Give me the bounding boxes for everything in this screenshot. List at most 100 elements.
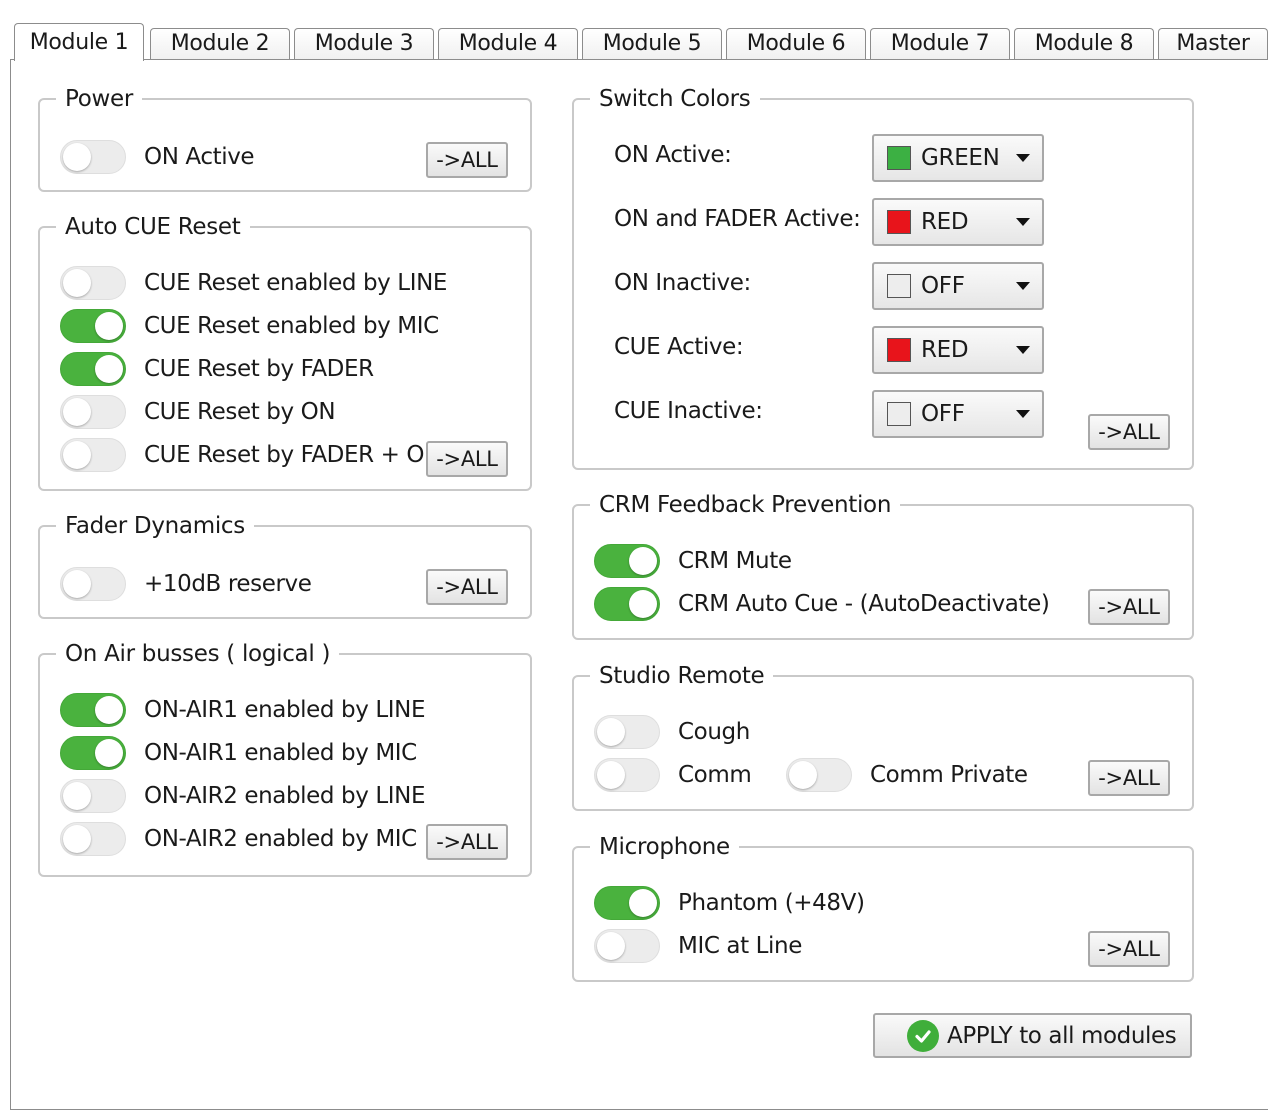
toggle-knob [95,739,123,767]
fader-dynamics-title: Fader Dynamics [65,513,245,539]
on-inactive-color-label: ON Inactive: [614,270,751,296]
toggle-knob [597,932,625,960]
switch-colors-all-button[interactable]: ->ALL [1088,414,1170,450]
dropdown-value: OFF [921,401,965,427]
toggle-knob [63,143,91,171]
toggle-label: Phantom (+48V) [678,890,865,916]
cue-reset-on-row: CUE Reset by ON [60,394,336,430]
on-air-busses-all-button[interactable]: ->ALL [426,824,508,860]
toggle-knob [63,782,91,810]
onair1-mic-row: ON-AIR1 enabled by MIC [60,735,417,771]
cue-inactive-color-dropdown[interactable]: OFF [872,390,1044,438]
on-fader-active-color-dropdown[interactable]: RED [872,198,1044,246]
comm-private-toggle[interactable] [786,758,852,792]
toggle-label: CUE Reset enabled by MIC [144,313,439,339]
tab-master[interactable]: Master [1158,28,1268,60]
onair2-mic-toggle[interactable] [60,822,126,856]
on-fader-active-color-label: ON and FADER Active: [614,206,861,232]
toggle-label: Comm [678,762,752,788]
color-swatch [887,338,911,362]
crm-feedback-title: CRM Feedback Prevention [599,492,892,518]
fader-reserve-row: +10dB reserve [60,566,312,602]
power-all-button[interactable]: ->ALL [426,142,508,178]
toggle-label: Cough [678,719,750,745]
tab-module-6[interactable]: Module 6 [726,28,866,60]
dropdown-value: RED [921,337,969,363]
dropdown-value: GREEN [921,145,1000,171]
cue-active-color-label: CUE Active: [614,334,744,360]
tab-module-1[interactable]: Module 1 [14,23,144,61]
crm-mute-toggle[interactable] [594,544,660,578]
tab-module-8[interactable]: Module 8 [1014,28,1154,60]
apply-to-all-modules-button[interactable]: APPLY to all modules [873,1013,1192,1058]
tab-module-7[interactable]: Module 7 [870,28,1010,60]
on-inactive-color-dropdown[interactable]: OFF [872,262,1044,310]
cue-reset-line-toggle[interactable] [60,266,126,300]
apply-button-label: APPLY to all modules [947,1022,1177,1049]
cue-active-color-dropdown[interactable]: RED [872,326,1044,374]
color-swatch [887,146,911,170]
onair1-mic-toggle[interactable] [60,736,126,770]
cough-row: Cough [594,714,750,750]
color-swatch [887,402,911,426]
comm-row: Comm [594,757,752,793]
chevron-down-icon [1016,218,1030,226]
mic-at-line-row: MIC at Line [594,928,802,964]
cue-inactive-color-label: CUE Inactive: [614,398,763,424]
cue-reset-line-row: CUE Reset enabled by LINE [60,265,447,301]
fader-reserve-toggle[interactable] [60,567,126,601]
toggle-label: ON-AIR1 enabled by MIC [144,740,417,766]
dropdown-value: OFF [921,273,965,299]
power-on-active-toggle[interactable] [60,140,126,174]
studio-remote-title: Studio Remote [599,663,765,689]
phantom-row: Phantom (+48V) [594,885,865,921]
cue-reset-fader-toggle[interactable] [60,352,126,386]
microphone-title: Microphone [599,834,730,860]
cue-reset-fader-row: CUE Reset by FADER [60,351,374,387]
phantom-power-toggle[interactable] [594,886,660,920]
checkmark-icon [907,1019,939,1052]
toggle-knob [63,441,91,469]
chevron-down-icon [1016,410,1030,418]
studio-remote-group: Studio Remote Cough Comm Comm Private ->… [572,663,1194,811]
toggle-knob [95,312,123,340]
toggle-knob [63,398,91,426]
comm-toggle[interactable] [594,758,660,792]
toggle-label: CUE Reset by FADER [144,356,374,382]
fader-dynamics-all-button[interactable]: ->ALL [426,569,508,605]
chevron-down-icon [1016,346,1030,354]
microphone-all-button[interactable]: ->ALL [1088,931,1170,967]
toggle-label: CUE Reset by FADER + ON [144,442,441,468]
cue-reset-mic-toggle[interactable] [60,309,126,343]
chevron-down-icon [1016,154,1030,162]
crm-feedback-all-button[interactable]: ->ALL [1088,589,1170,625]
tab-module-5[interactable]: Module 5 [582,28,722,60]
chevron-down-icon [1016,282,1030,290]
microphone-group: Microphone Phantom (+48V) MIC at Line ->… [572,834,1194,982]
auto-cue-reset-all-button[interactable]: ->ALL [426,441,508,477]
toggle-knob [597,761,625,789]
tab-module-4[interactable]: Module 4 [438,28,578,60]
mic-at-line-toggle[interactable] [594,929,660,963]
switch-colors-title: Switch Colors [599,86,751,112]
studio-remote-all-button[interactable]: ->ALL [1088,760,1170,796]
tab-module-3[interactable]: Module 3 [294,28,434,60]
power-group-title: Power [65,86,134,112]
dropdown-value: RED [921,209,969,235]
toggle-knob [63,269,91,297]
cue-reset-fader-on-toggle[interactable] [60,438,126,472]
toggle-label: CRM Mute [678,548,792,574]
onair1-line-toggle[interactable] [60,693,126,727]
onair2-mic-row: ON-AIR2 enabled by MIC [60,821,417,857]
crm-mute-row: CRM Mute [594,543,792,579]
toggle-knob [629,590,657,618]
tab-module-2[interactable]: Module 2 [150,28,290,60]
on-active-color-label: ON Active: [614,142,732,168]
on-active-color-dropdown[interactable]: GREEN [872,134,1044,182]
onair2-line-toggle[interactable] [60,779,126,813]
toggle-label: Comm Private [870,762,1028,788]
cue-reset-fader-on-row: CUE Reset by FADER + ON [60,437,441,473]
cough-toggle[interactable] [594,715,660,749]
crm-auto-cue-toggle[interactable] [594,587,660,621]
cue-reset-on-toggle[interactable] [60,395,126,429]
